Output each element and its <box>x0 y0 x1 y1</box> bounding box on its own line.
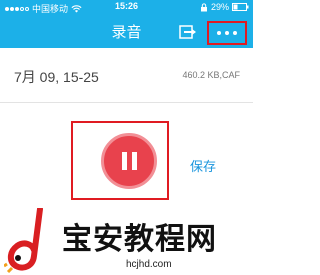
recording-name: 7月 09, 15-25 <box>14 69 99 85</box>
pause-button[interactable] <box>101 133 157 189</box>
pause-icon <box>121 152 127 170</box>
site-logo-icon <box>4 208 43 274</box>
more-icon <box>217 31 221 35</box>
more-button[interactable] <box>207 21 247 45</box>
watermark-title: 宝安教程网 <box>62 222 217 257</box>
status-right-group: 29% <box>200 2 249 12</box>
orientation-lock-icon <box>200 2 207 11</box>
battery-percent: 29% <box>210 2 229 12</box>
status-bar: 中国移动 15:26 29% <box>0 0 253 14</box>
export-button[interactable] <box>176 23 200 41</box>
watermark: 宝安教程网 hcjhd.com <box>4 208 254 275</box>
recording-item[interactable]: 7月 09, 15-25 460.2 KB,CAF <box>0 48 253 103</box>
export-icon <box>179 25 196 39</box>
battery-icon <box>232 3 249 11</box>
recording-file-info: 460.2 KB,CAF <box>182 70 240 80</box>
nav-bar: 录音 <box>0 14 253 48</box>
save-button[interactable]: 保存 <box>190 156 216 175</box>
watermark-url: hcjhd.com <box>126 259 172 270</box>
app-header: 中国移动 15:26 29% 录音 <box>0 0 253 48</box>
